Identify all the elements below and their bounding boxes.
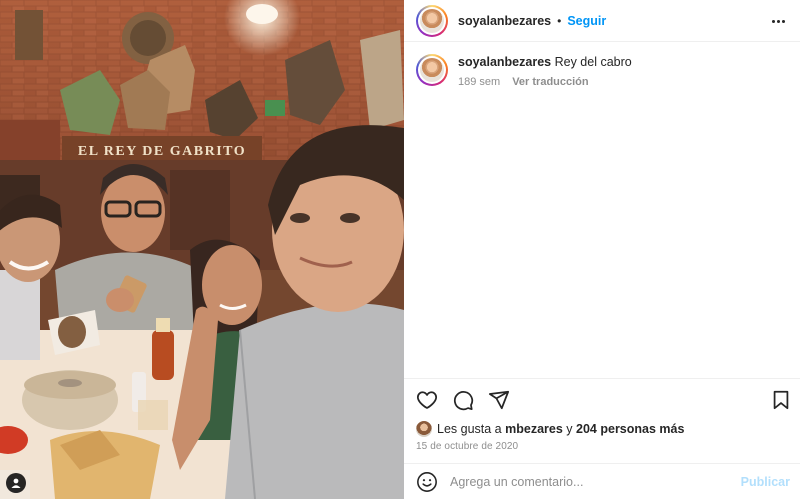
caption-avatar[interactable] [416, 54, 448, 86]
likes-others-count[interactable]: 204 personas más [576, 422, 684, 436]
comment-bar: Publicar [404, 463, 800, 499]
see-translation-button[interactable]: Ver traducción [512, 76, 588, 88]
caption-text: Rey del cabro [554, 55, 632, 69]
likes-joiner: y [566, 422, 573, 436]
avatar-image [420, 8, 444, 33]
likes-summary[interactable]: Les gusta a mbezares y 204 personas más [416, 421, 684, 437]
avatar-image [420, 58, 444, 82]
tagged-users-icon[interactable] [6, 473, 26, 493]
post-photo[interactable]: EL REY DE GABRITO [0, 0, 404, 499]
bookmark-icon[interactable] [770, 389, 792, 411]
follow-button[interactable]: Seguir [567, 14, 606, 28]
liker-avatar [416, 421, 432, 437]
liker-username[interactable]: mbezares [505, 422, 563, 436]
post-header: soyalanbezares • Seguir [404, 0, 800, 42]
send-icon[interactable] [488, 389, 510, 411]
separator-dot: • [557, 13, 562, 28]
comment-icon[interactable] [452, 389, 474, 411]
comment-input[interactable] [450, 474, 740, 489]
header-username[interactable]: soyalanbezares [458, 14, 551, 28]
post-date[interactable]: 15 de octubre de 2020 [416, 441, 518, 452]
heart-icon[interactable] [416, 389, 438, 411]
post-details-panel: soyalanbezares • Seguir soyalanbezares R… [404, 0, 800, 499]
action-bar [404, 379, 800, 421]
person-icon [11, 478, 21, 488]
more-options-icon[interactable] [768, 11, 788, 31]
smiley-icon[interactable] [416, 471, 438, 493]
post-age[interactable]: 189 sem [458, 76, 500, 88]
likes-prefix: Les gusta a [437, 422, 502, 436]
caption-username[interactable]: soyalanbezares [458, 55, 551, 69]
actions-section [404, 378, 800, 421]
publish-button[interactable]: Publicar [741, 475, 790, 489]
restaurant-family-photo: EL REY DE GABRITO [0, 0, 404, 499]
avatar[interactable] [416, 4, 448, 37]
caption: soyalanbezares Rey del cabro 189 sem Ver… [416, 54, 788, 88]
